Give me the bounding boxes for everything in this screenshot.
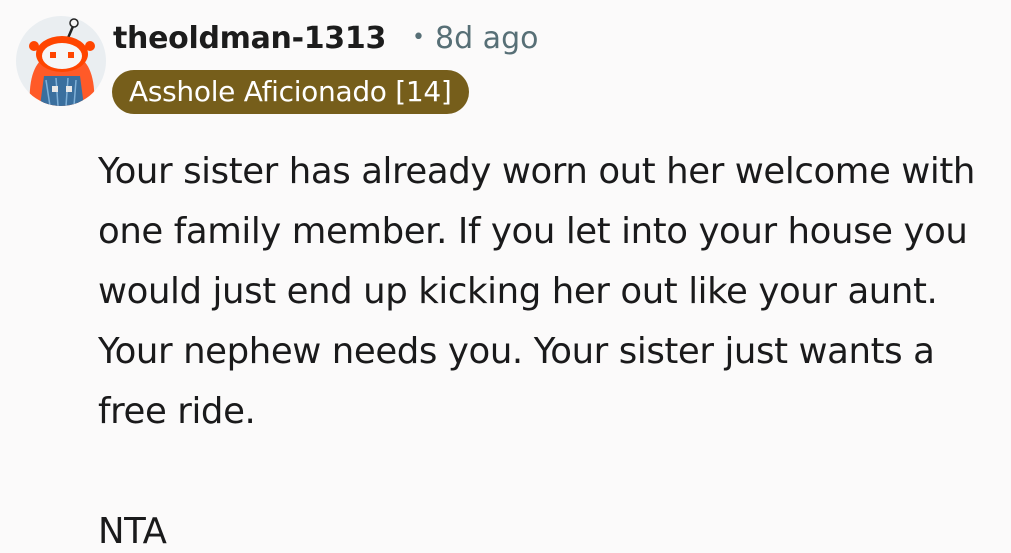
comment-timestamp[interactable]: 8d ago [435, 21, 538, 56]
comment-paragraph: Your sister has already worn out her wel… [98, 151, 976, 432]
username-link[interactable]: theoldman-1313 [113, 21, 386, 56]
comment-body: Your sister has already worn out her wel… [98, 142, 1003, 553]
snoo-avatar-icon [16, 16, 106, 106]
meta-separator: • [412, 24, 426, 50]
comment-paragraph: NTA [98, 511, 167, 552]
user-avatar[interactable] [16, 16, 106, 106]
user-flair-badge: Asshole Aficionado [14] [112, 70, 469, 114]
comment: theoldman-1313 • 8d ago Asshole Aficiona… [0, 0, 1011, 553]
comment-meta: theoldman-1313 • 8d ago [113, 18, 538, 58]
